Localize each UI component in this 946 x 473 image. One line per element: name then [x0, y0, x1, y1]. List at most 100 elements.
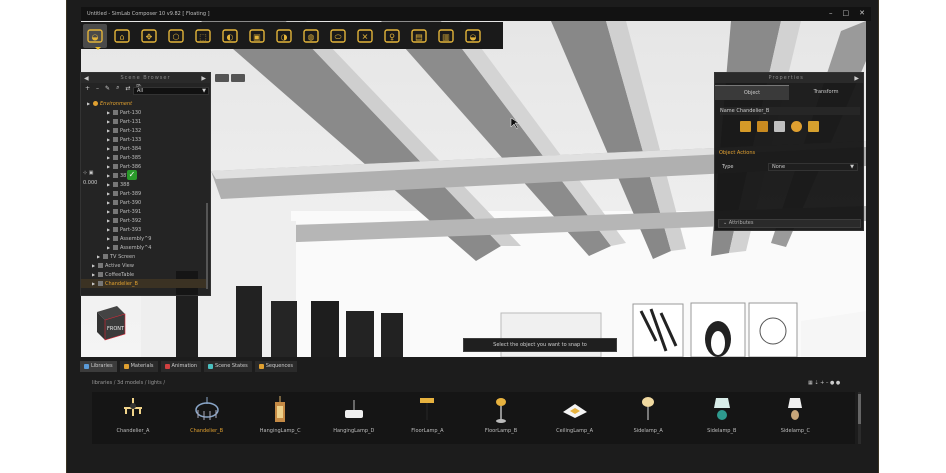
library-item-label: FloorLamp_A [411, 428, 444, 434]
tab-icon [208, 364, 214, 369]
material-icon[interactable] [774, 121, 785, 132]
collapse-right-icon[interactable]: ▶ [854, 75, 860, 82]
library-tools[interactable]: ▦ ⇣ + – ● ● [808, 380, 840, 386]
tab-animation[interactable]: Animation [160, 361, 202, 372]
svg-text:▤: ▤ [415, 32, 423, 41]
tree-item[interactable]: ▶ Assembly^4 [81, 243, 207, 252]
tree-item[interactable]: ▶ Assembly^9 [81, 234, 207, 243]
properties-panel: Properties ▶ Object Transform Name Chand… [714, 72, 864, 231]
library-item[interactable]: Sidelamp_C [758, 392, 832, 442]
library-item[interactable]: Chandelier_A [96, 392, 170, 442]
copy-icon[interactable] [740, 121, 751, 132]
chandelier-b-icon [192, 394, 222, 424]
tree-item[interactable]: ▶ Part-130 [81, 108, 207, 117]
tab-scene-states[interactable]: Scene States [204, 361, 252, 372]
panorama-360-icon[interactable]: ⬭ [326, 24, 350, 48]
tree-item[interactable]: ▶ Part-385 [81, 153, 207, 162]
cube-front-label: FRONT [107, 326, 125, 332]
scene-filter-select[interactable]: All ▼ [133, 87, 209, 95]
tab-sequences[interactable]: Sequences [254, 361, 297, 372]
library-item[interactable]: HangingLamp_D [317, 392, 391, 442]
close-button[interactable]: ✕ [859, 8, 865, 18]
film-icon[interactable]: ▥ [434, 24, 458, 48]
library-item[interactable]: Sidelamp_A [611, 392, 685, 442]
mini-tool-icons[interactable]: ⊹ ▣ [83, 170, 94, 176]
node-icon [113, 137, 118, 142]
tree-item[interactable]: ▶ Part-384 [81, 144, 207, 153]
screen-icon[interactable] [231, 74, 245, 82]
library-scrollbar[interactable] [858, 392, 861, 444]
library-item[interactable]: FloorLamp_A [390, 392, 464, 442]
tree-item[interactable]: ▶ Environment [81, 99, 207, 108]
confirm-check-icon[interactable]: ✓ [127, 170, 137, 180]
tree-item[interactable]: ▶ Part-133 [81, 135, 207, 144]
tree-item[interactable]: ▶ Active View [81, 261, 207, 270]
scene-tree-scrollbar[interactable] [206, 203, 208, 289]
tree-item[interactable]: ▶ CoffeeTable [81, 270, 207, 279]
tree-item-label: Part-392 [120, 217, 142, 224]
scene-tool-1-icon[interactable]: – [96, 85, 99, 92]
tab-materials[interactable]: Materials [119, 361, 158, 372]
library-item[interactable]: HangingLamp_C [243, 392, 317, 442]
tree-item[interactable]: ▶ Part-389 [81, 189, 207, 198]
scene-tool-4-icon[interactable]: ⇄ [125, 85, 130, 92]
maximize-button[interactable]: □ [843, 8, 850, 18]
svg-text:◒: ◒ [470, 32, 477, 41]
vr-view-icon[interactable]: ◒ [461, 24, 485, 48]
library-item[interactable]: CeilingLamp_A [538, 392, 612, 442]
library-item[interactable]: Chandelier_B [170, 392, 244, 442]
tree-item[interactable]: ▶ TV Screen [81, 252, 207, 261]
scene-tool-3-icon[interactable]: ⌕ [116, 84, 119, 92]
tree-item[interactable]: ▶ Chandelier_B [81, 279, 207, 288]
attributes-label: Attributes [728, 220, 754, 226]
tab-libraries[interactable]: Libraries [80, 361, 117, 372]
cube-icon[interactable]: ⬡ [164, 24, 188, 48]
type-select[interactable]: None ▼ [768, 163, 858, 171]
camera-icon[interactable] [215, 74, 229, 82]
scene-tool-0-icon[interactable]: + [85, 85, 90, 92]
scene-tool-2-icon[interactable]: ✎ [105, 85, 110, 92]
library-item-label: Sidelamp_C [780, 428, 811, 434]
paint-icon[interactable]: ◑ [272, 24, 296, 48]
attributes-section[interactable]: ⌄ Attributes [718, 219, 861, 228]
floor-lamp-b-icon [486, 394, 516, 424]
navigation-cube[interactable]: FRONT [95, 300, 129, 342]
tree-item[interactable]: ▶ Part-392 [81, 216, 207, 225]
library-items: Chandelier_A Chandelier_B HangingLamp_C Han… [92, 392, 855, 444]
tab-transform[interactable]: Transform [789, 85, 863, 100]
lock-icon[interactable] [808, 121, 819, 132]
object-actions-title: Object Actions [719, 150, 756, 156]
properties-header: Properties ▶ [715, 73, 863, 83]
tree-item[interactable]: ▶ Part-131 [81, 117, 207, 126]
select-box-icon[interactable]: ⬚ [191, 24, 215, 48]
collapse-right-icon[interactable]: ▶ [201, 75, 207, 82]
name-field[interactable]: Name Chandelier_B [720, 107, 860, 115]
library-item[interactable]: Sidelamp_B [685, 392, 759, 442]
library-breadcrumb[interactable]: libraries / 3d models / lights / [92, 380, 165, 386]
light-icon[interactable]: ♀ [380, 24, 404, 48]
tree-item[interactable]: ▶ Part-390 [81, 198, 207, 207]
tree-item-label: Part-131 [120, 118, 142, 125]
library-item[interactable]: FloorLamp_B [464, 392, 538, 442]
move-icon[interactable]: ✥ [137, 24, 161, 48]
tab-object[interactable]: Object [715, 85, 789, 100]
tab-icon [123, 364, 129, 369]
tools-icon[interactable]: ✕ [353, 24, 377, 48]
duplicate-icon[interactable] [757, 121, 768, 132]
tree-item[interactable]: ▶ Part-393 [81, 225, 207, 234]
globe-icon[interactable]: ◍ [299, 24, 323, 48]
tree-item[interactable]: ▶ Part-391 [81, 207, 207, 216]
type-row: Type None ▼ [722, 163, 860, 171]
texture-icon[interactable]: ▣ [245, 24, 269, 48]
bag-icon[interactable]: ⌂ [110, 24, 134, 48]
tree-item-label: Part-130 [120, 109, 142, 116]
presentation-icon[interactable]: ▤ [407, 24, 431, 48]
collapse-left-icon[interactable]: ◀ [84, 75, 90, 82]
minimize-button[interactable]: – [829, 8, 833, 18]
tree-item[interactable]: ▶ Part-132 [81, 126, 207, 135]
tree-item-label: Part-386 [120, 163, 142, 170]
materials-icon[interactable]: ◐ [218, 24, 242, 48]
vr-headset-icon[interactable]: ◒ [83, 23, 107, 48]
visibility-icon[interactable] [791, 121, 802, 132]
tree-item-label: Environment [100, 100, 133, 107]
